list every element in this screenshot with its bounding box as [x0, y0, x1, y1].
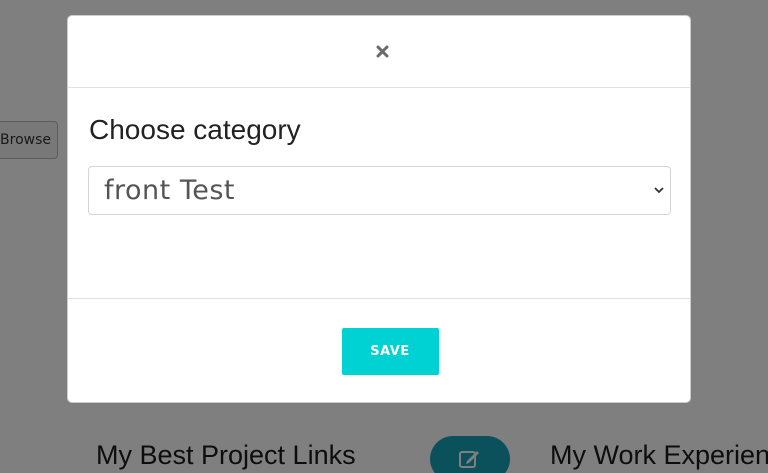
save-button[interactable]: SAVE: [341, 327, 439, 375]
category-modal: Choose category front Test SAVE: [67, 15, 691, 403]
category-select-value: front Test: [104, 175, 235, 206]
modal-header: [68, 16, 690, 88]
close-icon: [376, 45, 388, 58]
modal-title: Choose category: [89, 114, 301, 145]
modal-body: Choose category front Test: [68, 88, 690, 299]
chevron-down-icon: [654, 187, 664, 194]
modal-footer: SAVE: [68, 299, 690, 402]
close-button[interactable]: [372, 42, 392, 62]
category-select[interactable]: front Test: [88, 166, 671, 215]
